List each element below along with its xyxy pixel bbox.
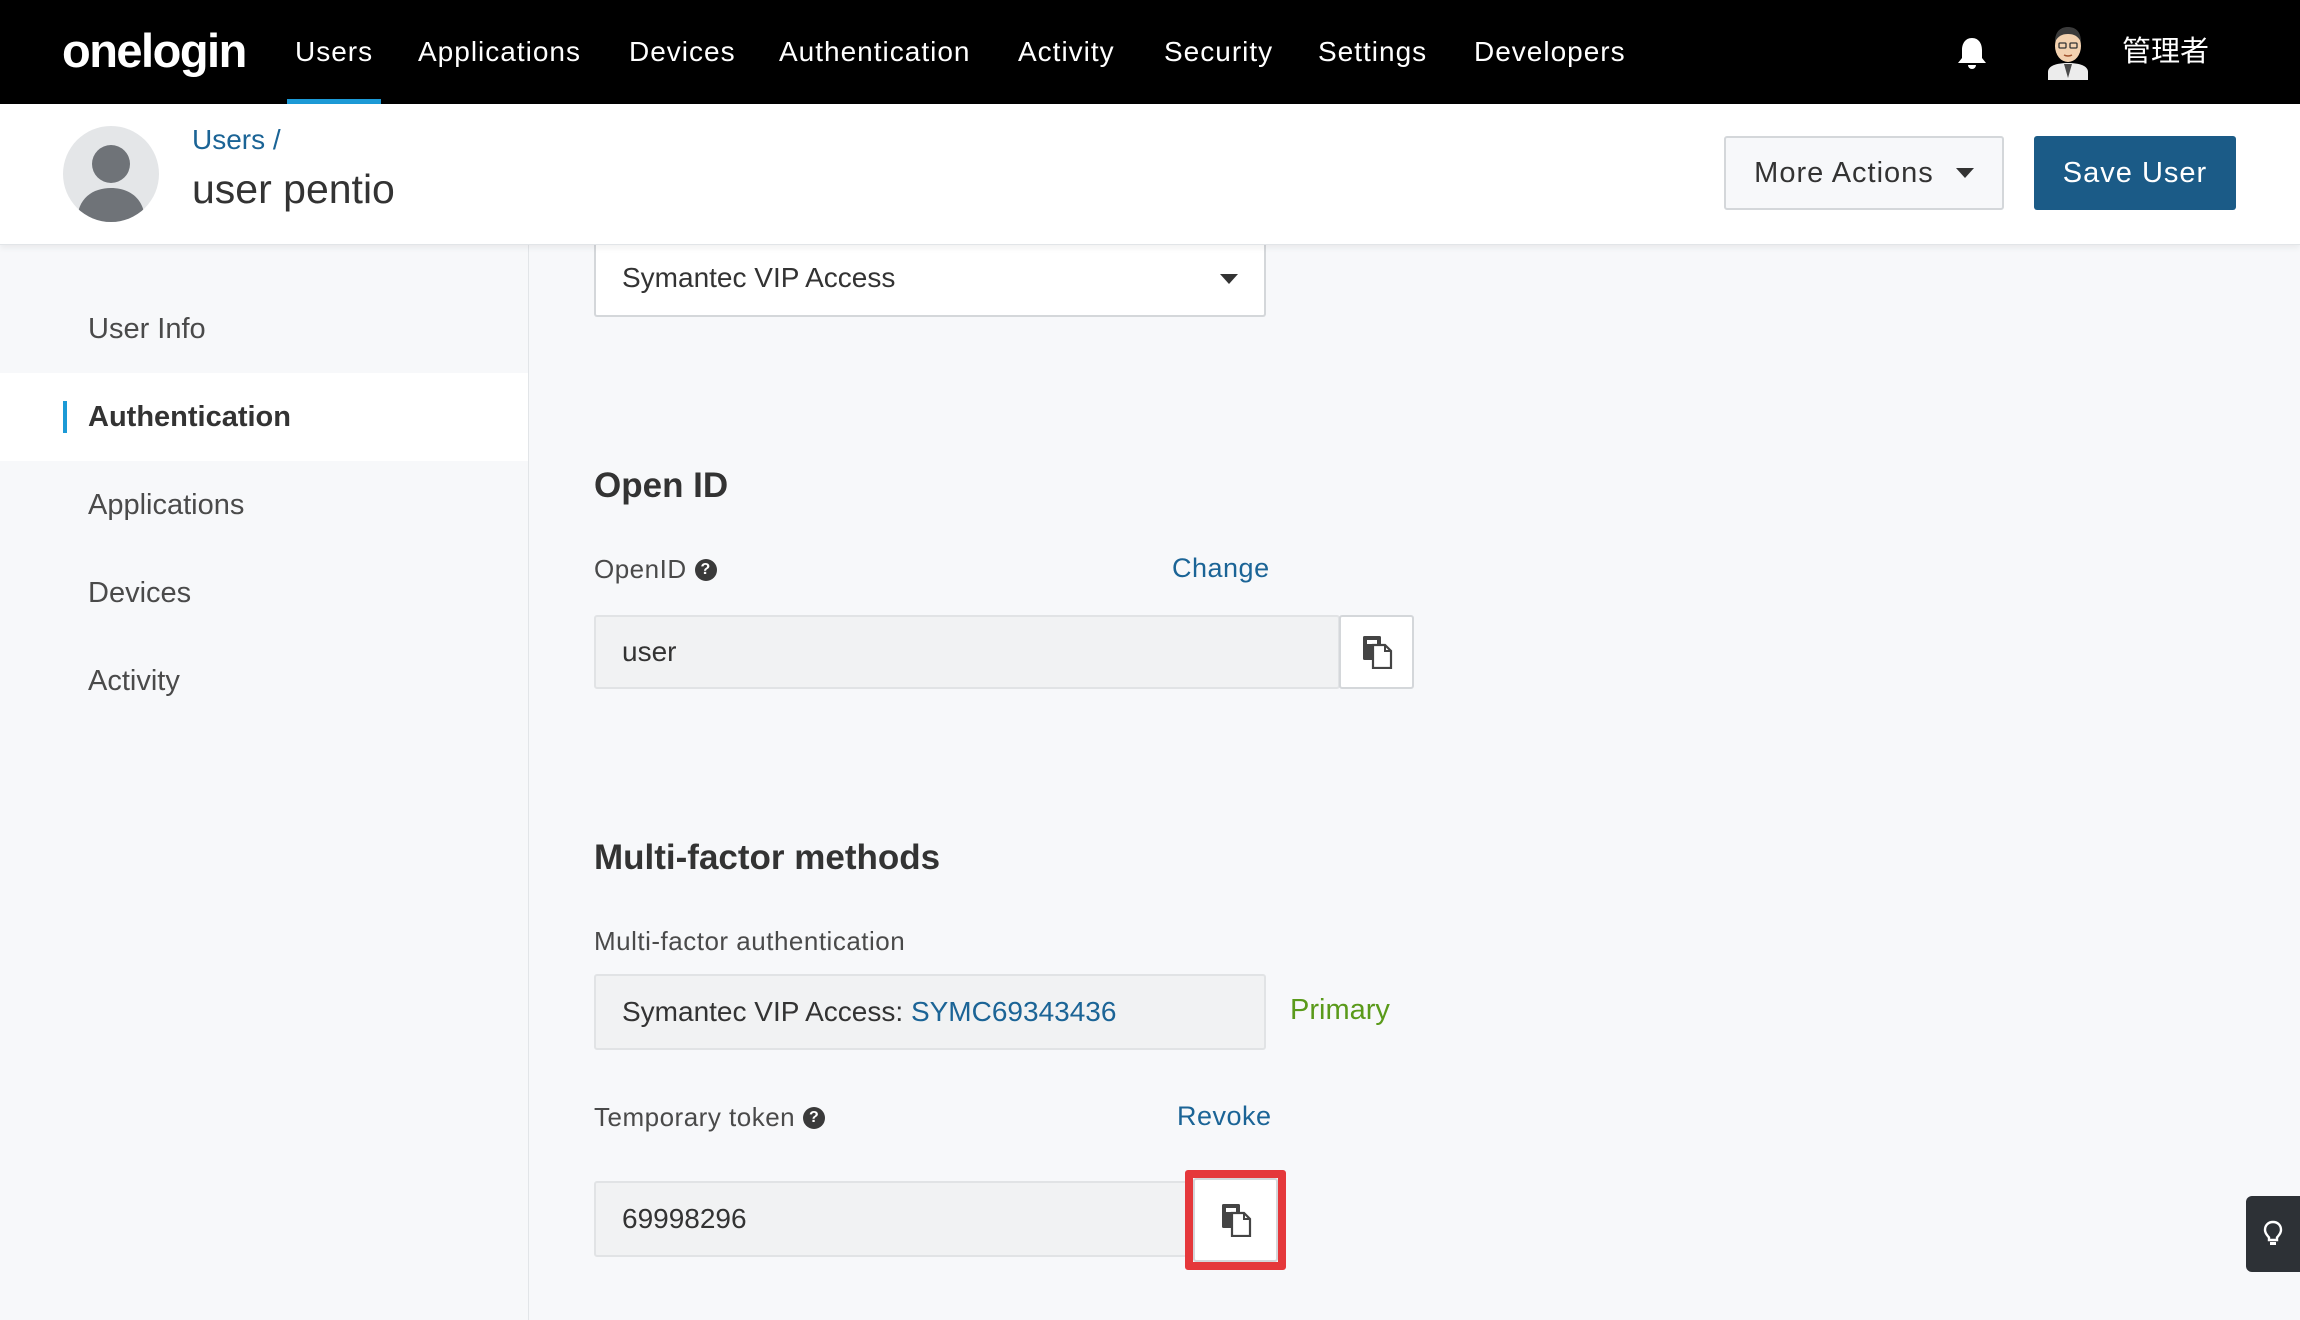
temporary-token-value: 69998296 xyxy=(622,1203,747,1234)
mfa-method-id[interactable]: SYMC69343436 xyxy=(911,996,1116,1028)
page-title: user pentio xyxy=(192,166,395,212)
mfa-section-title: Multi-factor methods xyxy=(594,838,941,877)
mfa-method-name: Symantec VIP Access: xyxy=(622,996,904,1027)
mfa-method-field: Symantec VIP Access: SYMC69343436 xyxy=(594,974,1266,1050)
sidebar-item-user-info[interactable]: User Info xyxy=(0,285,528,373)
more-actions-label: More Actions xyxy=(1754,156,1934,189)
nav-activity[interactable]: Activity xyxy=(1018,0,1115,104)
top-navigation-bar: onelogin Users Applications Devices Auth… xyxy=(0,0,2300,104)
bell-icon[interactable] xyxy=(1956,36,1988,70)
openid-change-link[interactable]: Change xyxy=(1172,553,1270,584)
caret-down-icon xyxy=(1220,274,1238,284)
tips-button[interactable] xyxy=(2246,1196,2300,1272)
openid-label-text: OpenID xyxy=(594,554,687,584)
user-avatar xyxy=(63,126,159,222)
openid-value-field[interactable]: user xyxy=(594,615,1340,689)
caret-down-icon xyxy=(1955,168,1974,178)
authentication-method-select[interactable]: Symantec VIP Access xyxy=(594,240,1266,317)
select-value: Symantec VIP Access xyxy=(622,261,896,293)
more-actions-button[interactable]: More Actions xyxy=(1724,136,2004,210)
revoke-link[interactable]: Revoke xyxy=(1177,1101,1272,1132)
temporary-token-field[interactable]: 69998296 xyxy=(594,1181,1200,1257)
page-header: Users / user pentio More Actions Save Us… xyxy=(0,104,2300,245)
temporary-token-label: Temporary token ? xyxy=(594,1102,826,1133)
nav-applications[interactable]: Applications xyxy=(418,0,581,104)
nav-users[interactable]: Users xyxy=(286,0,382,104)
lightbulb-icon xyxy=(2263,1220,2283,1245)
nav-security[interactable]: Security xyxy=(1164,0,1273,104)
sidebar-item-devices[interactable]: Devices xyxy=(0,549,528,637)
temporary-token-label-text: Temporary token xyxy=(594,1102,796,1132)
primary-badge: Primary xyxy=(1290,994,1390,1026)
save-user-button[interactable]: Save User xyxy=(2034,136,2236,210)
admin-avatar[interactable] xyxy=(2044,22,2092,80)
sidebar-item-activity[interactable]: Activity xyxy=(0,637,528,725)
nav-devices[interactable]: Devices xyxy=(629,0,736,104)
onelogin-logo[interactable]: onelogin xyxy=(62,18,247,84)
copy-icon xyxy=(1362,636,1392,669)
sidebar-item-applications[interactable]: Applications xyxy=(0,461,528,549)
sidebar-item-authentication[interactable]: Authentication xyxy=(0,373,528,461)
openid-value: user xyxy=(622,636,677,667)
question-circle-icon[interactable]: ? xyxy=(694,558,717,581)
question-circle-icon[interactable]: ? xyxy=(803,1106,826,1129)
temporary-token-copy-button[interactable] xyxy=(1193,1178,1278,1262)
nav-developers[interactable]: Developers xyxy=(1474,0,1626,104)
nav-settings[interactable]: Settings xyxy=(1318,0,1427,104)
copy-icon xyxy=(1221,1204,1251,1237)
breadcrumb-users[interactable]: Users / xyxy=(192,124,281,156)
sidebar: User Info Authentication Applications De… xyxy=(0,245,529,1320)
openid-section-title: Open ID xyxy=(594,466,729,505)
admin-name[interactable]: 管理者 xyxy=(2122,0,2209,104)
openid-copy-button[interactable] xyxy=(1339,615,1414,689)
nav-authentication[interactable]: Authentication xyxy=(779,0,970,104)
mfa-label: Multi-factor authentication xyxy=(594,926,906,956)
openid-label: OpenID ? xyxy=(594,554,717,585)
